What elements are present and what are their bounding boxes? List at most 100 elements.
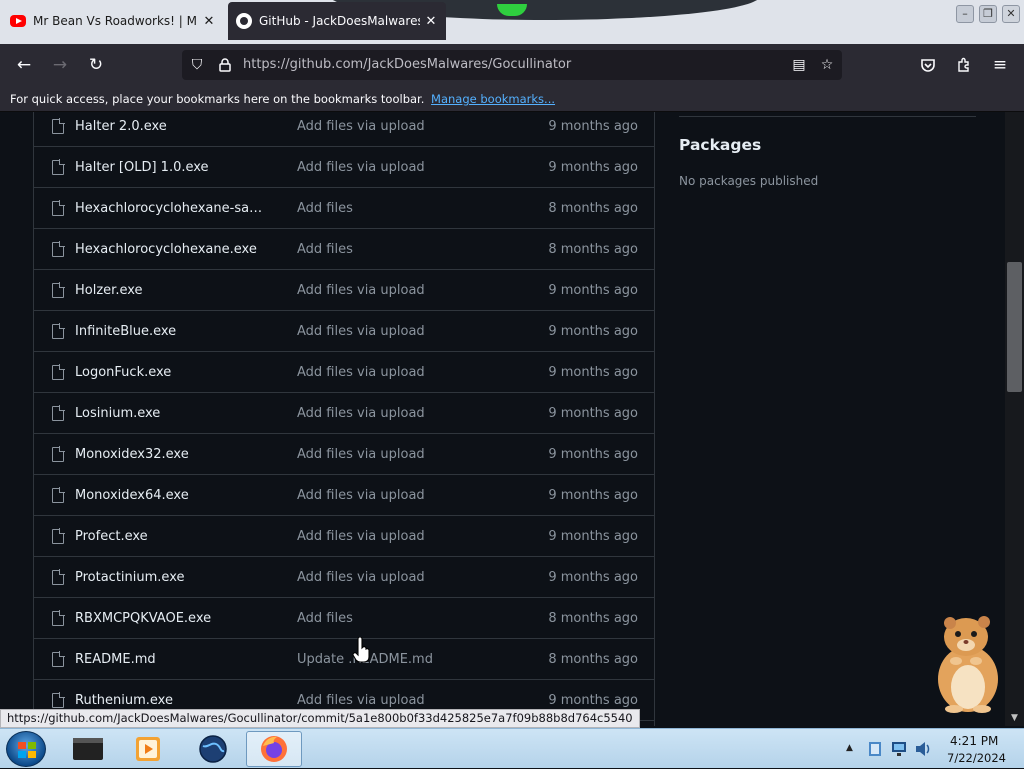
commit-message[interactable]: Add files bbox=[297, 188, 353, 229]
taskbar-globe[interactable] bbox=[185, 731, 241, 767]
file-row[interactable]: Halter 2.0.exe Add files via upload 9 mont… bbox=[34, 112, 654, 147]
minimize-button[interactable]: – bbox=[956, 5, 974, 23]
clock-time[interactable]: 4:21 PM bbox=[950, 734, 998, 748]
terminal-icon bbox=[73, 738, 103, 760]
forward-button[interactable]: → bbox=[46, 51, 74, 79]
back-button[interactable]: ← bbox=[10, 51, 38, 79]
file-row[interactable]: README.md Update .README.md 8 months ago bbox=[34, 639, 654, 680]
bookmarks-toolbar: For quick access, place your bookmarks h… bbox=[0, 86, 1024, 112]
restore-button[interactable]: ❐ bbox=[979, 5, 997, 23]
file-name[interactable]: README.md bbox=[75, 639, 156, 680]
file-name[interactable]: Losinium.exe bbox=[75, 393, 160, 434]
commit-message[interactable]: Add files via upload bbox=[297, 311, 425, 352]
file-name[interactable]: Monoxidex32.exe bbox=[75, 434, 189, 475]
file-icon bbox=[52, 405, 65, 421]
file-name[interactable]: Profect.exe bbox=[75, 516, 148, 557]
file-name[interactable]: Hexachlorocyclohexane-safet... bbox=[75, 188, 265, 229]
close-tab-icon[interactable]: ✕ bbox=[424, 14, 438, 29]
file-icon bbox=[52, 610, 65, 626]
file-name[interactable]: RBXMCPQKVAOE.exe bbox=[75, 598, 211, 639]
file-name[interactable]: Holzer.exe bbox=[75, 270, 143, 311]
file-icon bbox=[52, 159, 65, 175]
taskbar-firefox[interactable] bbox=[246, 731, 302, 767]
media-player-icon bbox=[136, 737, 160, 761]
file-row[interactable]: LogonFuck.exe Add files via upload 9 month… bbox=[34, 352, 654, 393]
bookmarks-hint: For quick access, place your bookmarks h… bbox=[10, 92, 425, 106]
commit-age: 9 months ago bbox=[548, 119, 638, 134]
file-icon bbox=[52, 200, 65, 216]
commit-message[interactable]: Add files bbox=[297, 229, 353, 270]
file-row[interactable]: Monoxidex64.exe Add files via upload 9 mon… bbox=[34, 475, 654, 516]
tab-title: Mr Bean Vs Roadworks! | Mr Bean bbox=[33, 14, 198, 28]
file-icon bbox=[52, 364, 65, 380]
file-name[interactable]: Halter 2.0.exe bbox=[75, 112, 167, 147]
start-button[interactable] bbox=[6, 731, 46, 767]
commit-message[interactable]: Add files via upload bbox=[297, 434, 425, 475]
reader-view-icon[interactable]: ▤ bbox=[788, 50, 810, 80]
taskbar-media-player[interactable] bbox=[120, 731, 176, 767]
firefox-icon bbox=[261, 736, 287, 762]
file-name[interactable]: Halter [OLD] 1.0.exe bbox=[75, 147, 209, 188]
file-row[interactable]: Profect.exe Add files via upload 9 months … bbox=[34, 516, 654, 557]
windows-taskbar: ▲ 4:21 PM 7/22/2024 bbox=[0, 728, 1024, 768]
commit-message[interactable]: Add files via upload bbox=[297, 393, 425, 434]
file-name[interactable]: Monoxidex64.exe bbox=[75, 475, 189, 516]
extensions-icon[interactable] bbox=[950, 51, 978, 79]
commit-age: 8 months ago bbox=[548, 611, 638, 626]
close-tab-icon[interactable]: ✕ bbox=[202, 14, 216, 29]
commit-message[interactable]: Add files bbox=[297, 598, 353, 639]
commit-message[interactable]: Add files via upload bbox=[297, 270, 425, 311]
commit-message[interactable]: Add files via upload bbox=[297, 147, 425, 188]
address-bar[interactable]: ⛉ https://github.com/JackDoesMalwares/Go… bbox=[182, 50, 842, 80]
github-icon bbox=[236, 13, 252, 29]
network-icon[interactable] bbox=[890, 739, 908, 759]
youtube-icon bbox=[10, 13, 26, 29]
taskbar-terminal[interactable] bbox=[60, 731, 116, 767]
file-row[interactable]: Hexachlorocyclohexane.exe Add files 8 mont… bbox=[34, 229, 654, 270]
file-row[interactable]: RBXMCPQKVAOE.exe Add files 8 months ago bbox=[34, 598, 654, 639]
file-name[interactable]: InfiniteBlue.exe bbox=[75, 311, 176, 352]
url-text[interactable]: https://github.com/JackDoesMalwares/Gocu… bbox=[243, 50, 571, 80]
manage-bookmarks-link[interactable]: Manage bookmarks... bbox=[431, 92, 555, 106]
file-icon bbox=[52, 487, 65, 503]
hamster-desktop-pet[interactable] bbox=[924, 607, 1010, 715]
file-name[interactable]: LogonFuck.exe bbox=[75, 352, 171, 393]
file-row[interactable]: Hexachlorocyclohexane-safet... Add files 8… bbox=[34, 188, 654, 229]
commit-message[interactable]: Add files via upload bbox=[297, 112, 425, 147]
reload-button[interactable]: ↻ bbox=[82, 51, 110, 79]
file-icon bbox=[52, 569, 65, 585]
file-row[interactable]: Protactinium.exe Add files via upload 9 mo… bbox=[34, 557, 654, 598]
packages-heading[interactable]: Packages bbox=[679, 136, 761, 154]
file-row[interactable]: Holzer.exe Add files via upload 9 months a… bbox=[34, 270, 654, 311]
file-icon bbox=[52, 446, 65, 462]
file-list: Halter 2.0.exe Add files via upload 9 mont… bbox=[33, 112, 655, 726]
show-hidden-icons-icon[interactable]: ▲ bbox=[846, 743, 853, 753]
file-row[interactable]: Halter [OLD] 1.0.exe Add files via upload… bbox=[34, 147, 654, 188]
volume-icon[interactable] bbox=[914, 739, 932, 759]
commit-message[interactable]: Add files via upload bbox=[297, 557, 425, 598]
tab-github[interactable]: GitHub - JackDoesMalwares/Gocullinator ✕ bbox=[228, 2, 446, 40]
clock-date[interactable]: 7/22/2024 bbox=[947, 751, 1006, 765]
shield-icon[interactable]: ⛉ bbox=[186, 50, 208, 80]
menu-icon[interactable]: ≡ bbox=[986, 51, 1014, 79]
file-row[interactable]: InfiniteBlue.exe Add files via upload 9 mo… bbox=[34, 311, 654, 352]
file-row[interactable]: Losinium.exe Add files via upload 9 months… bbox=[34, 393, 654, 434]
tab-youtube[interactable]: Mr Bean Vs Roadworks! | Mr Bean ✕ bbox=[2, 2, 224, 40]
lock-icon[interactable] bbox=[214, 50, 236, 80]
page-content: Halter 2.0.exe Add files via upload 9 mont… bbox=[0, 112, 1024, 726]
pocket-icon[interactable] bbox=[914, 51, 942, 79]
file-name[interactable]: Protactinium.exe bbox=[75, 557, 185, 598]
bookmark-star-icon[interactable]: ☆ bbox=[816, 50, 838, 80]
file-name[interactable]: Hexachlorocyclohexane.exe bbox=[75, 229, 257, 270]
commit-message[interactable]: Add files via upload bbox=[297, 516, 425, 557]
file-icon bbox=[52, 528, 65, 544]
action-center-flag-icon[interactable] bbox=[866, 739, 884, 759]
divider bbox=[679, 116, 976, 117]
commit-message[interactable]: Add files via upload bbox=[297, 352, 425, 393]
hand-cursor-icon bbox=[352, 637, 370, 663]
file-row[interactable]: Monoxidex32.exe Add files via upload 9 mon… bbox=[34, 434, 654, 475]
close-window-button[interactable]: ✕ bbox=[1002, 5, 1020, 23]
commit-age: 9 months ago bbox=[548, 324, 638, 339]
scrollbar-thumb[interactable] bbox=[1007, 262, 1022, 392]
commit-message[interactable]: Add files via upload bbox=[297, 475, 425, 516]
